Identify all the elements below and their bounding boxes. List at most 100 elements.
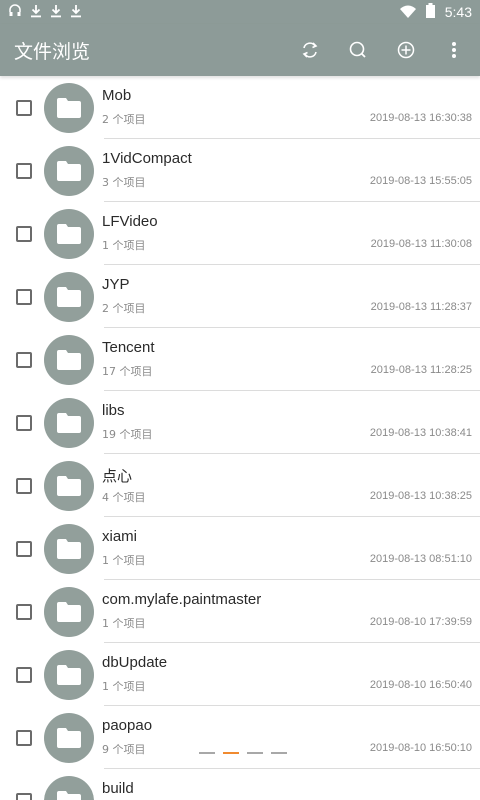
appbar-actions	[298, 38, 466, 62]
folder-icon	[44, 523, 94, 574]
list-item-text: JYP 2 个项目 2019-08-13 11:28:37	[102, 265, 480, 328]
page-dot	[247, 752, 263, 754]
file-name: xiami	[102, 528, 138, 545]
item-count: 1 个项目	[102, 617, 146, 630]
folder-icon	[44, 334, 94, 385]
list-item[interactable]: 1VidCompact 3 个项目 2019-08-13 15:55:05	[0, 139, 480, 202]
list-item-text: paopao 9 个项目 2019-08-10 16:50:10	[102, 706, 480, 769]
item-count: 1 个项目	[102, 239, 146, 252]
list-item-text: com.mylafe.paintmaster 1 个项目 2019-08-10 …	[102, 580, 480, 643]
select-checkbox[interactable]	[16, 603, 32, 620]
list-item[interactable]: Mob 2 个项目 2019-08-13 16:30:38	[0, 76, 480, 139]
list-item[interactable]: libs 19 个项目 2019-08-13 10:38:41	[0, 391, 480, 454]
file-name: dbUpdate	[102, 654, 168, 671]
item-count: 2 个项目	[102, 113, 146, 126]
list-item-text: 点心 4 个项目 2019-08-13 10:38:25	[102, 454, 480, 517]
list-item-text: build	[102, 769, 480, 800]
more-vert-icon[interactable]	[442, 38, 466, 62]
page-indicator	[199, 752, 287, 754]
folder-icon	[44, 271, 94, 322]
download-icon	[70, 3, 82, 22]
modified-date: 2019-08-13 10:38:41	[369, 427, 472, 439]
file-name: LFVideo	[102, 213, 158, 230]
list-item[interactable]: Tencent 17 个项目 2019-08-13 11:28:25	[0, 328, 480, 391]
folder-icon	[44, 586, 94, 637]
modified-date: 2019-08-13 15:55:05	[369, 175, 472, 187]
folder-icon	[44, 397, 94, 448]
app-bar: 文件浏览	[0, 24, 480, 76]
file-name: Tencent	[102, 339, 155, 356]
folder-icon	[44, 775, 94, 800]
page-dot	[199, 752, 215, 754]
select-checkbox[interactable]	[16, 351, 32, 368]
wifi-icon	[399, 3, 416, 22]
modified-date: 2019-08-13 16:30:38	[369, 112, 472, 124]
select-checkbox[interactable]	[16, 729, 32, 746]
search-icon[interactable]	[346, 38, 370, 62]
folder-icon	[44, 649, 94, 700]
list-item[interactable]: JYP 2 个项目 2019-08-13 11:28:37	[0, 265, 480, 328]
list-item-text: xiami 1 个项目 2019-08-13 08:51:10	[102, 517, 480, 580]
list-item-text: dbUpdate 1 个项目 2019-08-10 16:50:40	[102, 643, 480, 706]
list-item[interactable]: com.mylafe.paintmaster 1 个项目 2019-08-10 …	[0, 580, 480, 643]
item-count: 2 个项目	[102, 302, 146, 315]
list-item[interactable]: paopao 9 个项目 2019-08-10 16:50:10	[0, 706, 480, 769]
list-item-text: 1VidCompact 3 个项目 2019-08-13 15:55:05	[102, 139, 480, 202]
list-item[interactable]: 点心 4 个项目 2019-08-13 10:38:25	[0, 454, 480, 517]
add-icon[interactable]	[394, 38, 418, 62]
file-name: 点心	[102, 468, 133, 485]
select-checkbox[interactable]	[16, 288, 32, 305]
folder-icon	[44, 82, 94, 133]
file-name: paopao	[102, 717, 153, 734]
download-icon	[30, 3, 42, 22]
list-item-text: Tencent 17 个项目 2019-08-13 11:28:25	[102, 328, 480, 391]
item-count: 3 个项目	[102, 176, 146, 189]
refresh-icon[interactable]	[298, 38, 322, 62]
select-checkbox[interactable]	[16, 666, 32, 683]
battery-icon	[425, 2, 435, 22]
select-checkbox[interactable]	[16, 414, 32, 431]
select-checkbox[interactable]	[16, 540, 32, 557]
page-title: 文件浏览	[14, 40, 91, 63]
item-count: 9 个项目	[102, 743, 146, 756]
file-name: com.mylafe.paintmaster	[102, 591, 262, 608]
list-item-text: libs 19 个项目 2019-08-13 10:38:41	[102, 391, 480, 454]
select-checkbox[interactable]	[16, 792, 32, 800]
list-item-text: Mob 2 个项目 2019-08-13 16:30:38	[102, 76, 480, 139]
select-checkbox[interactable]	[16, 99, 32, 116]
modified-date: 2019-08-10 16:50:40	[369, 679, 472, 691]
folder-icon	[44, 460, 94, 511]
list-item[interactable]: dbUpdate 1 个项目 2019-08-10 16:50:40	[0, 643, 480, 706]
modified-date: 2019-08-13 10:38:25	[369, 490, 472, 502]
file-name: build	[102, 780, 134, 797]
modified-date: 2019-08-13 11:28:25	[370, 364, 472, 376]
status-time: 5:43	[444, 4, 472, 20]
item-count: 1 个项目	[102, 680, 146, 693]
item-count: 19 个项目	[102, 428, 153, 441]
folder-icon	[44, 208, 94, 259]
select-checkbox[interactable]	[16, 477, 32, 494]
status-bar: 5:43	[0, 0, 480, 24]
status-right: 5:43	[399, 2, 472, 22]
list-item-text: LFVideo 1 个项目 2019-08-13 11:30:08	[102, 202, 480, 265]
list-item[interactable]: build	[0, 769, 480, 800]
download-icon	[50, 3, 62, 22]
list-item[interactable]: LFVideo 1 个项目 2019-08-13 11:30:08	[0, 202, 480, 265]
page-dot	[271, 752, 287, 754]
headset-icon	[8, 3, 22, 22]
list-item[interactable]: xiami 1 个项目 2019-08-13 08:51:10	[0, 517, 480, 580]
file-name: Mob	[102, 87, 132, 104]
file-name: JYP	[102, 276, 130, 293]
modified-date: 2019-08-13 11:28:37	[370, 301, 472, 313]
modified-date: 2019-08-13 08:51:10	[369, 553, 472, 565]
item-count: 17 个项目	[102, 365, 153, 378]
status-left	[8, 3, 82, 22]
item-count: 4 个项目	[102, 491, 146, 504]
modified-date: 2019-08-10 17:39:59	[369, 616, 472, 628]
folder-icon	[44, 712, 94, 763]
file-name: 1VidCompact	[102, 150, 192, 167]
select-checkbox[interactable]	[16, 225, 32, 242]
select-checkbox[interactable]	[16, 162, 32, 179]
page-dot-active	[223, 752, 239, 754]
modified-date: 2019-08-13 11:30:08	[370, 238, 472, 250]
